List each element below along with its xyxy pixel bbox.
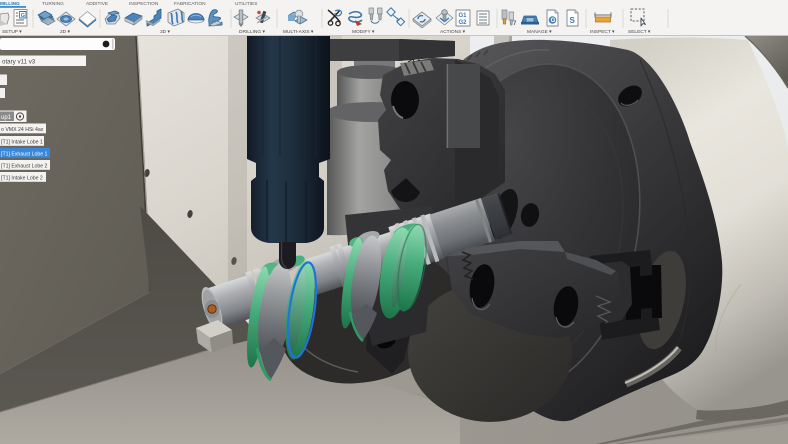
svg-text:MODIFY ▾: MODIFY ▾ xyxy=(352,29,375,35)
svg-text:[T1] Intake Lobe 1: [T1] Intake Lobe 1 xyxy=(1,140,43,146)
svg-text:S: S xyxy=(570,16,576,25)
svg-text:G: G xyxy=(21,13,25,19)
svg-text:INSPECT ▾: INSPECT ▾ xyxy=(590,29,615,35)
svg-text:INSPECTION: INSPECTION xyxy=(129,1,159,7)
svg-text:TURNING: TURNING xyxy=(42,1,64,7)
svg-text:2D ▾: 2D ▾ xyxy=(60,29,70,35)
svg-text:G1: G1 xyxy=(459,13,468,19)
svg-text:ADDITIVE: ADDITIVE xyxy=(86,1,108,7)
svg-text:up1: up1 xyxy=(1,115,12,121)
svg-text:3D ▾: 3D ▾ xyxy=(160,29,170,35)
svg-text:SELECT ▾: SELECT ▾ xyxy=(628,29,651,35)
svg-text:DRILLING ▾: DRILLING ▾ xyxy=(239,29,265,35)
svg-text:otary v11 v3: otary v11 v3 xyxy=(2,58,36,65)
svg-text:ACTIONS ▾: ACTIONS ▾ xyxy=(440,29,466,35)
svg-text:[T1] Exhaust Lobe 1: [T1] Exhaust Lobe 1 xyxy=(1,152,48,158)
svg-text:o VMX 24 HSi 4ax: o VMX 24 HSi 4ax xyxy=(1,127,44,133)
svg-text:SETUP ▾: SETUP ▾ xyxy=(2,29,22,35)
svg-text:MANAGE ▾: MANAGE ▾ xyxy=(527,29,552,35)
svg-text:MILLING: MILLING xyxy=(0,1,20,7)
svg-text:UTILITIES: UTILITIES xyxy=(235,1,257,7)
svg-text:G: G xyxy=(551,18,556,24)
svg-text:MULTI-AXIS ▾: MULTI-AXIS ▾ xyxy=(283,29,314,35)
svg-text:[T1] Intake Lobe 2: [T1] Intake Lobe 2 xyxy=(1,176,43,182)
svg-text:FABRICATION: FABRICATION xyxy=(174,1,206,7)
svg-text:G2: G2 xyxy=(459,20,468,26)
svg-text:[T1] Exhaust Lobe 2: [T1] Exhaust Lobe 2 xyxy=(1,164,48,170)
